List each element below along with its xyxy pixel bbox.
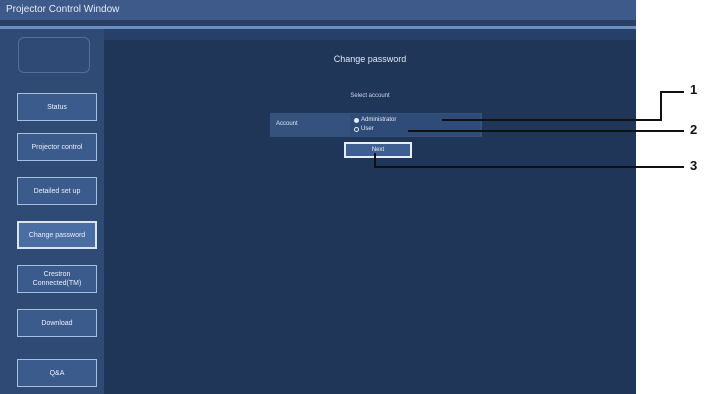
callout-number-3: 3 <box>690 158 698 173</box>
sidebar-item-change-password[interactable]: Change password <box>17 221 97 249</box>
next-button[interactable]: Next <box>344 142 412 158</box>
sidebar-item-detailed-set-up[interactable]: Detailed set up <box>17 177 97 205</box>
callout-line-1-vertical <box>660 91 662 121</box>
callout-line-3 <box>374 166 684 168</box>
sidebar-item-status[interactable]: Status <box>17 93 97 121</box>
sidebar-item-download[interactable]: Download <box>17 309 97 337</box>
content-top-strip <box>104 29 636 40</box>
sidebar-item-qa[interactable]: Q&A <box>17 359 97 387</box>
window-title: Projector Control Window <box>0 0 636 20</box>
sidebar: Status Projector control Detailed set up… <box>0 29 104 394</box>
callout-line-1 <box>442 119 660 121</box>
user-option[interactable]: User <box>354 126 374 132</box>
administrator-option[interactable]: Administrator <box>354 117 396 123</box>
callout-line-2 <box>408 130 684 132</box>
user-label: User <box>361 126 374 132</box>
radio-selected-icon[interactable] <box>354 117 359 123</box>
account-options: Administrator User <box>350 114 480 136</box>
callout-line-3-vertical <box>374 153 376 167</box>
projector-control-window: Projector Control Window Status Projecto… <box>0 0 636 394</box>
select-account-label: Select account <box>350 93 390 99</box>
callout-number-2: 2 <box>690 122 698 137</box>
callout-number-1: 1 <box>690 82 698 97</box>
page-title: Change password <box>333 54 407 64</box>
radio-unselected-icon[interactable] <box>354 126 359 132</box>
account-label: Account <box>276 121 298 127</box>
main-content: Change password Select account Account A… <box>104 40 636 394</box>
administrator-label: Administrator <box>361 117 397 123</box>
projector-logo-icon <box>18 37 90 73</box>
sidebar-item-crestron-connected[interactable]: Crestron Connected(TM) <box>17 265 97 293</box>
account-row: Account Administrator User <box>270 113 482 137</box>
sidebar-item-projector-control[interactable]: Projector control <box>17 133 97 161</box>
callout-line-1-tail <box>660 91 684 93</box>
